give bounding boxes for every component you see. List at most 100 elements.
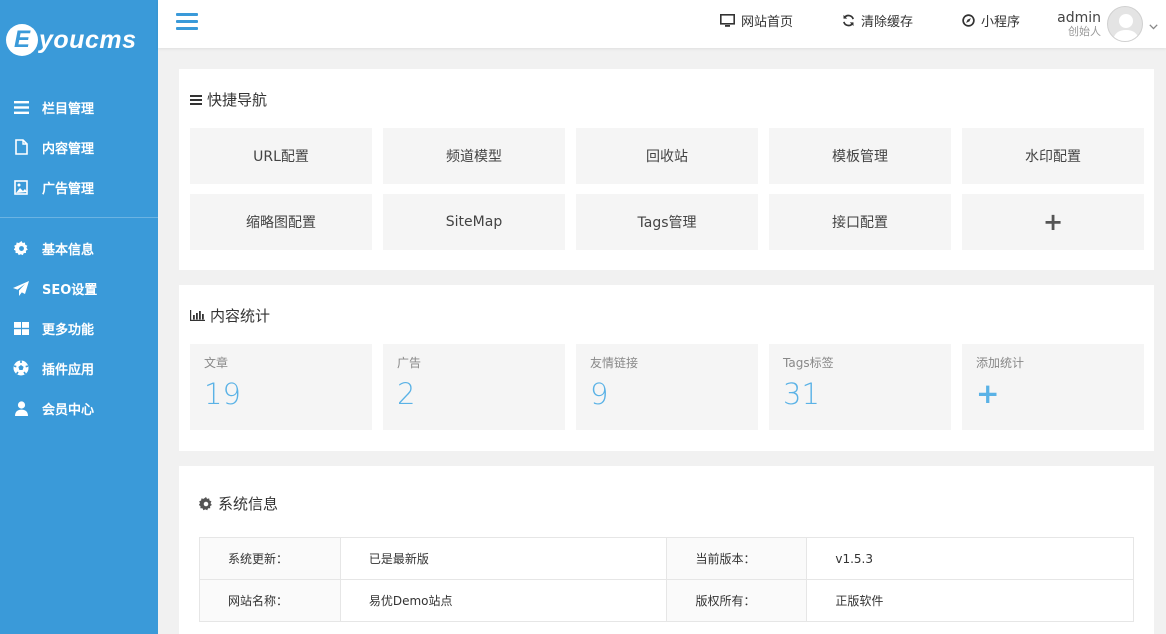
content-stats-panel: 内容统计 文章 19 广告 2 友情链接 9 Tags标签 31 添加统计 + xyxy=(179,285,1154,451)
sidebar-item-label: 会员中心 xyxy=(42,402,95,418)
quick-nav-channel-model[interactable]: 频道模型 xyxy=(383,128,565,184)
sidebar-item-content[interactable]: 内容管理 xyxy=(0,127,158,167)
quick-nav-watermark-config[interactable]: 水印配置 xyxy=(962,128,1144,184)
mini-program-label: 小程序 xyxy=(981,14,1021,30)
quick-nav-template-manage[interactable]: 模板管理 xyxy=(769,128,951,184)
sidebar-group-settings: 基本信息 SEO设置 更多功能 插件应用 会员中心 xyxy=(0,228,158,428)
compass-icon xyxy=(962,13,975,27)
hamburger-line xyxy=(176,27,198,30)
stat-friend-links[interactable]: 友情链接 9 xyxy=(576,344,758,430)
stat-label: 添加统计 xyxy=(976,356,1025,370)
sidebar-item-basic-info[interactable]: 基本信息 xyxy=(0,228,158,268)
stat-ads[interactable]: 广告 2 xyxy=(383,344,565,430)
sidebar-divider xyxy=(0,217,158,218)
quick-nav-thumbnail-config[interactable]: 缩略图配置 xyxy=(190,194,372,250)
user-role: 创始人 xyxy=(1068,24,1101,38)
bar-chart-icon xyxy=(190,310,205,321)
sidebar-item-label: 栏目管理 xyxy=(42,101,95,117)
site-home-link[interactable]: 网站首页 xyxy=(720,0,793,40)
sidebar-item-label: 内容管理 xyxy=(42,141,95,157)
sidebar-item-columns[interactable]: 栏目管理 xyxy=(0,87,158,127)
sidebar-item-label: 插件应用 xyxy=(42,362,95,378)
menu-toggle-button[interactable] xyxy=(176,13,198,33)
refresh-icon xyxy=(842,14,855,27)
list-icon xyxy=(13,99,29,115)
sidebar-item-ads[interactable]: 广告管理 xyxy=(0,167,158,207)
user-menu[interactable]: admin 创始人 xyxy=(1057,4,1158,44)
table-row: 网站名称： 易优Demo站点 版权所有： 正版软件 xyxy=(199,579,1134,622)
gear-icon xyxy=(13,240,29,256)
list-icon xyxy=(190,94,202,105)
quick-nav-header: 快捷导航 xyxy=(190,89,267,110)
logo-text: youcms xyxy=(39,25,137,54)
stat-label: Tags标签 xyxy=(783,356,834,370)
site-home-label: 网站首页 xyxy=(741,14,794,30)
sidebar-item-label: 基本信息 xyxy=(42,242,95,258)
stat-value: 19 xyxy=(204,377,241,411)
quick-nav-sitemap[interactable]: SiteMap xyxy=(383,194,565,250)
paper-plane-icon xyxy=(13,280,29,296)
table-cell-label: 网站名称： xyxy=(199,579,341,622)
user-info: admin 创始人 xyxy=(1057,10,1101,39)
stat-value: 9 xyxy=(590,377,609,411)
table-cell-value: v1.5.3 xyxy=(806,537,1134,580)
clear-cache-label: 清除缓存 xyxy=(861,14,914,30)
clear-cache-link[interactable]: 清除缓存 xyxy=(842,0,913,40)
content-stats-title: 内容统计 xyxy=(210,307,271,325)
sidebar-item-label: SEO设置 xyxy=(42,282,98,298)
stat-value: 2 xyxy=(397,377,416,411)
document-icon xyxy=(13,139,29,155)
quick-nav-panel: 快捷导航 URL配置 频道模型 回收站 模板管理 水印配置 缩略图配置 Site… xyxy=(179,69,1154,270)
sidebar-item-seo[interactable]: SEO设置 xyxy=(0,268,158,308)
user-name: admin xyxy=(1057,9,1101,26)
hamburger-line xyxy=(176,20,198,23)
sidebar-item-label: 广告管理 xyxy=(42,181,95,197)
system-info-header: 系统信息 xyxy=(199,493,278,514)
table-cell-value: 已是最新版 xyxy=(339,537,668,580)
stat-articles[interactable]: 文章 19 xyxy=(190,344,372,430)
stat-add[interactable]: 添加统计 + xyxy=(962,344,1144,430)
user-icon xyxy=(13,400,29,416)
stat-value: 31 xyxy=(783,377,820,411)
quick-nav-tags-manage[interactable]: Tags管理 xyxy=(576,194,758,250)
quick-nav-title: 快捷导航 xyxy=(207,91,268,109)
gear-icon xyxy=(199,496,213,511)
add-stat-plus-icon: + xyxy=(976,377,1000,410)
soccer-ball-icon xyxy=(13,360,29,376)
monitor-icon xyxy=(720,13,735,27)
table-cell-label: 版权所有： xyxy=(666,579,808,622)
image-icon xyxy=(13,179,29,195)
quick-nav-recycle-bin[interactable]: 回收站 xyxy=(576,128,758,184)
sidebar-item-more-features[interactable]: 更多功能 xyxy=(0,308,158,348)
table-cell-label: 系统更新： xyxy=(199,537,341,580)
hamburger-icon xyxy=(176,13,198,16)
topbar: 网站首页 清除缓存 小程序 admin 创始人 xyxy=(158,0,1166,48)
quick-nav-api-config[interactable]: 接口配置 xyxy=(769,194,951,250)
logo[interactable]: E youcms xyxy=(0,0,158,80)
quick-nav-url-config[interactable]: URL配置 xyxy=(190,128,372,184)
stat-label: 广告 xyxy=(397,356,422,370)
quick-nav-add-button[interactable]: + xyxy=(962,194,1144,250)
system-info-panel: 系统信息 系统更新： 已是最新版 当前版本： v1.5.3 网站名称： 易优De… xyxy=(179,466,1154,634)
table-cell-value: 易优Demo站点 xyxy=(339,579,668,622)
avatar[interactable] xyxy=(1107,6,1143,42)
sidebar: E youcms 栏目管理 内容管理 广告管理 基本信息 SEO设置 更多功能 … xyxy=(0,0,158,634)
sidebar-item-plugins[interactable]: 插件应用 xyxy=(0,348,158,388)
system-info-table: 系统更新： 已是最新版 当前版本： v1.5.3 网站名称： 易优Demo站点 … xyxy=(199,537,1134,622)
content-stats-header: 内容统计 xyxy=(190,305,270,326)
stat-label: 友情链接 xyxy=(590,356,639,370)
sidebar-group-content: 栏目管理 内容管理 广告管理 xyxy=(0,80,158,207)
logo-badge: E xyxy=(6,24,38,56)
system-info-title: 系统信息 xyxy=(218,495,279,513)
stat-tags[interactable]: Tags标签 31 xyxy=(769,344,951,430)
sidebar-item-members[interactable]: 会员中心 xyxy=(0,388,158,428)
content-stats-grid: 文章 19 广告 2 友情链接 9 Tags标签 31 添加统计 + xyxy=(190,344,1144,430)
sidebar-item-label: 更多功能 xyxy=(42,322,95,338)
grid-icon xyxy=(13,320,29,336)
quick-nav-grid: URL配置 频道模型 回收站 模板管理 水印配置 缩略图配置 SiteMap T… xyxy=(190,128,1144,250)
table-row: 系统更新： 已是最新版 当前版本： v1.5.3 xyxy=(199,537,1134,580)
chevron-down-icon xyxy=(1149,15,1158,34)
mini-program-link[interactable]: 小程序 xyxy=(962,0,1020,40)
stat-label: 文章 xyxy=(204,356,229,370)
table-cell-value: 正版软件 xyxy=(806,579,1134,622)
